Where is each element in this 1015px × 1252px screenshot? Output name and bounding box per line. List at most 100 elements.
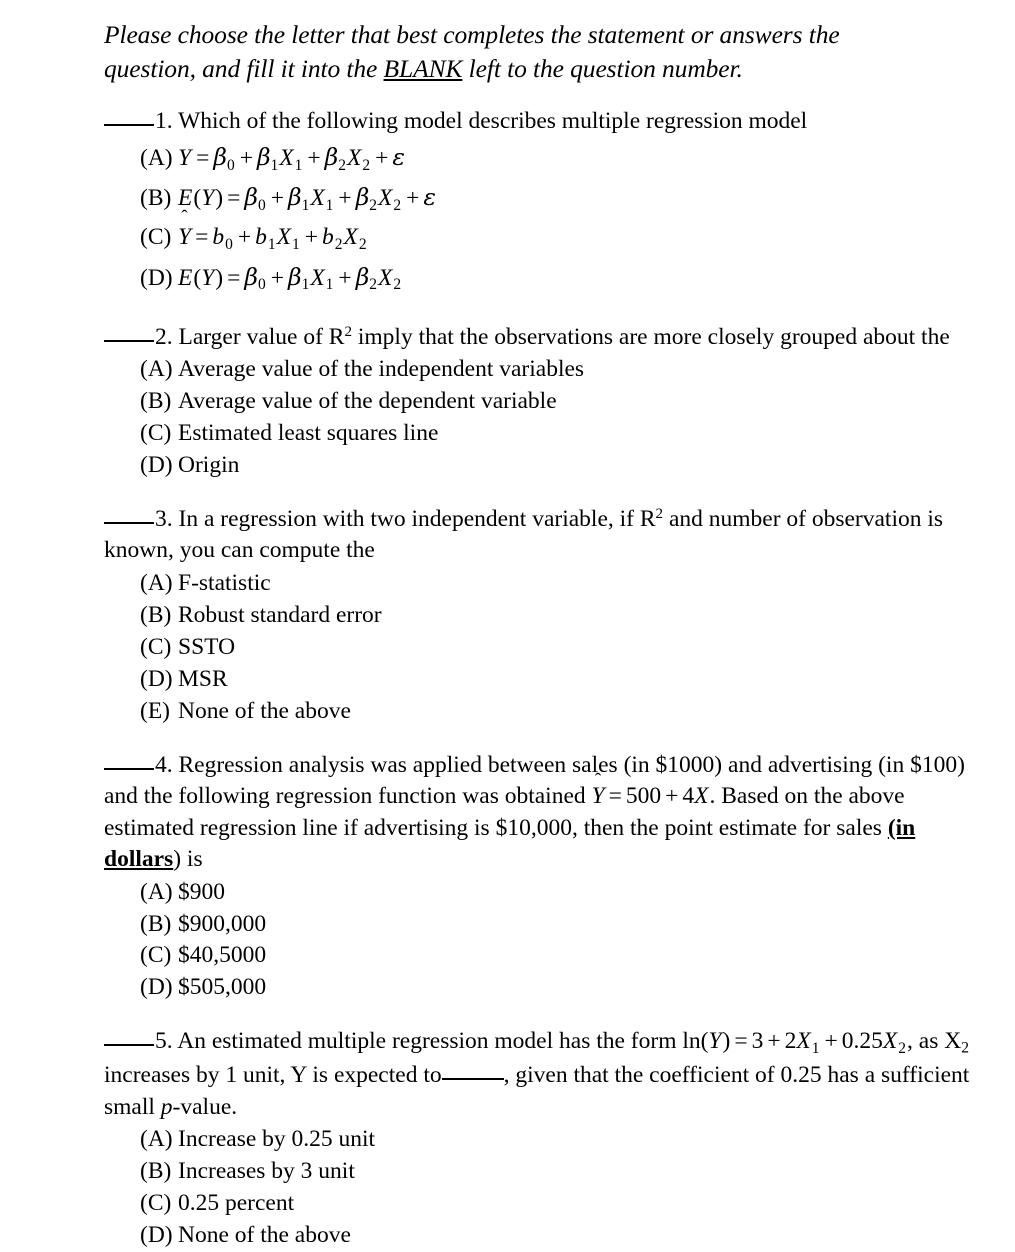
option-5c-text: 0.25 percent [178,1190,295,1216]
question-2-options: (A) Average value of the independent var… [104,354,973,482]
option-4b-text: $900,000 [178,910,267,937]
option-4c-text: $40,5000 [178,942,267,969]
option-5c[interactable]: (C) 0.25 percent [104,1188,973,1220]
option-4c-label: (C) [140,942,172,969]
answer-blank-5[interactable] [104,1044,154,1047]
option-3c-label: (C) [140,633,172,660]
option-5a-text: Increase by 0.25 unit [178,1126,376,1153]
option-2d-text: Origin [178,451,240,478]
option-1d[interactable]: (D) E(Y) = β0 + β1X1 + β2X2 [104,258,973,298]
question-2-number: 2. [155,323,173,350]
option-4b[interactable]: (B) $900,000 [104,909,973,941]
option-1a-label: (A) [140,145,173,172]
question-5-formula: ln(Y) = 3 +2X1 +0.25X2 [682,1028,907,1058]
question-5-text-part3: increases by 1 unit, Y is expected to [104,1062,442,1089]
option-3e-text: None of the above [178,697,351,724]
option-4d-text: $505,000 [178,974,267,1001]
option-1a[interactable]: (A) Y = β0 + β1X1 + β2X2 + ε [104,138,973,178]
question-1-stem: 1. Which of the following model describe… [104,106,973,137]
option-1b[interactable]: (B) E(Y) = β0 + β1X1 + β2X2 + ε [104,178,973,218]
answer-blank-3[interactable] [104,521,154,524]
option-3b-label: (B) [140,601,172,628]
question-1-options: (A) Y = β0 + β1X1 + β2X2 + ε (B) E(Y) = β0 + β1X1 + β2… [104,138,973,297]
question-3-stem: 3. In a regression with two independent … [104,504,973,567]
option-5b-label: (B) [140,1158,172,1185]
inline-answer-blank-5[interactable] [441,1078,504,1081]
option-3d[interactable]: (D) MSR [104,664,973,696]
question-5-stem: 5. An estimated multiple regression mode… [104,1026,973,1123]
option-3a-label: (A) [140,569,173,596]
option-1c[interactable]: (C) Ŷ=b0+b1X1+b2X2 [104,218,973,257]
answer-blank-1[interactable] [104,123,154,126]
question-4-number: 4. [155,751,173,778]
option-5d-label: (D) [140,1221,173,1248]
option-1c-formula: Ŷ=b0+b1X1+b2X2 [178,224,367,254]
question-5-text-part5: -value. [172,1093,238,1120]
option-4c[interactable]: (C) $40,5000 [104,940,973,972]
option-4d[interactable]: (D) $505,000 [104,972,973,1004]
option-4a-label: (A) [140,878,173,905]
question-5-options: (A) Increase by 0.25 unit (B) Increases … [104,1124,973,1252]
question-1: 1. Which of the following model describe… [104,106,973,298]
question-5-subscript: 2 [961,1040,969,1058]
question-5-number: 5. [155,1028,173,1055]
question-2-text-part1: Larger value of R [178,323,345,350]
question-5-text-part2: , as X [907,1028,962,1055]
option-5d[interactable]: (D) None of the above [104,1220,973,1252]
option-5a[interactable]: (A) Increase by 0.25 unit [104,1124,973,1156]
option-5a-label: (A) [140,1126,173,1153]
instructions-text-after: left to the question number. [462,53,743,83]
option-4a[interactable]: (A) $900 [104,877,973,909]
option-2b[interactable]: (B) Average value of the dependent varia… [104,386,973,418]
option-3b-text: Robust standard error [178,601,382,628]
option-2d[interactable]: (D) Origin [104,450,973,482]
option-3a[interactable]: (A) F-statistic [104,568,973,600]
question-2-stem: 2. Larger value of R2 imply that the obs… [104,322,973,353]
question-2-text-part2: imply that the observations are more clo… [351,323,950,350]
question-3: 3. In a regression with two independent … [104,504,973,728]
option-2d-label: (D) [140,451,173,478]
question-3-number: 3. [155,505,173,532]
instructions-paragraph: Please choose the letter that best compl… [104,18,973,86]
option-1a-formula: Y = β0 + β1X1 + β2X2 + ε [178,143,406,175]
question-3-exponent: 2 [655,506,664,523]
option-3e-label: (E) [140,697,171,724]
option-2c-text: Estimated least squares line [178,420,439,446]
option-5b[interactable]: (B) Increases by 3 unit [104,1156,973,1188]
question-4: 4. Regression analysis was applied betwe… [104,750,973,1005]
option-1c-label: (C) [140,224,172,251]
option-4b-label: (B) [140,910,172,937]
option-3d-label: (D) [140,665,173,692]
instructions-blank-keyword: BLANK [383,53,463,83]
option-3e[interactable]: (E) None of the above [104,696,973,728]
question-4-text-part3: ) is [173,846,203,873]
option-2a[interactable]: (A) Average value of the independent var… [104,354,973,386]
option-3c[interactable]: (C) SSTO [104,632,973,664]
question-5-italic-p: p [160,1093,173,1120]
question-2-exponent: 2 [344,323,352,340]
question-4-stem: 4. Regression analysis was applied betwe… [104,750,973,876]
question-4-options: (A) $900 (B) $900,000 (C) $40,5000 (D) $… [104,877,973,1005]
question-3-options: (A) F-statistic (B) Robust standard erro… [104,568,973,728]
question-5-text-part1: An estimated multiple regression model h… [177,1028,683,1055]
option-3b[interactable]: (B) Robust standard error [104,600,973,632]
option-4d-label: (D) [140,974,173,1001]
option-3c-text: SSTO [178,633,236,660]
option-3a-text: F-statistic [178,569,271,596]
question-5: 5. An estimated multiple regression mode… [104,1026,973,1252]
question-4-formula: Ŷ=500+4X [591,783,709,810]
option-3d-text: MSR [178,665,228,692]
option-2c[interactable]: (C) Estimated least squares line [104,418,973,450]
answer-blank-2[interactable] [104,339,154,342]
option-1b-label: (B) [140,185,172,212]
option-2c-label: (C) [140,420,172,446]
option-2a-label: (A) [140,356,173,383]
option-1d-formula: E(Y) = β0 + β1X1 + β2X2 [178,262,402,294]
answer-blank-4[interactable] [104,767,154,770]
question-1-text: Which of the following model describes m… [178,107,808,134]
question-2: 2. Larger value of R2 imply that the obs… [104,322,973,482]
option-5c-label: (C) [140,1190,172,1216]
option-5d-text: None of the above [178,1221,351,1248]
option-2b-text: Average value of the dependent variable [178,388,557,415]
option-2b-label: (B) [140,388,172,415]
